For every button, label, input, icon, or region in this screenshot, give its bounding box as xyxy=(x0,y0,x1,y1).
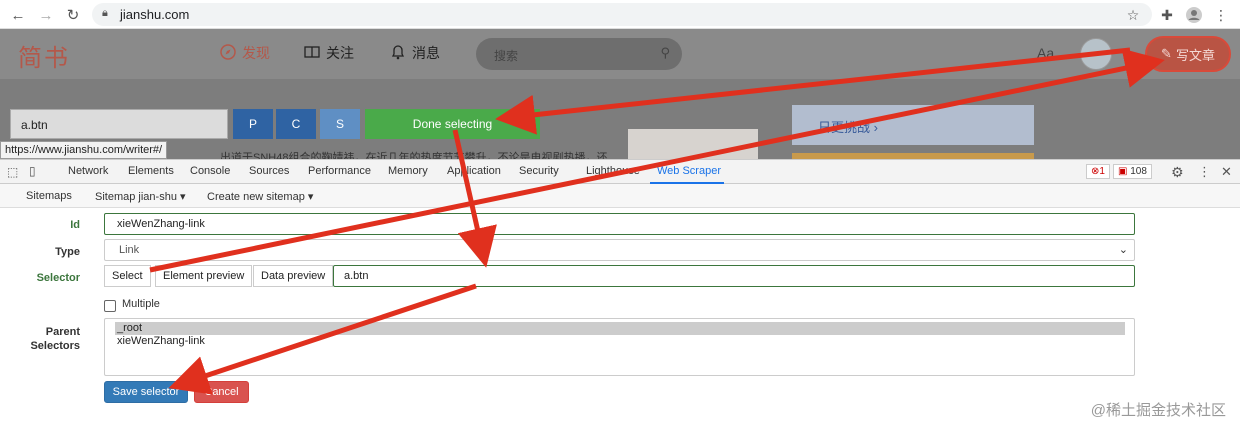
tab-console[interactable]: Console xyxy=(190,165,230,177)
chevron-down-icon: ⌄ xyxy=(1118,244,1128,256)
challenge-banner[interactable]: 日更挑战 › xyxy=(792,105,1034,145)
kebab-icon[interactable]: ⋮ xyxy=(1198,164,1211,180)
nav-messages[interactable]: 消息 xyxy=(390,43,440,63)
tab-network[interactable]: Network xyxy=(68,165,108,177)
close-icon[interactable]: ✕ xyxy=(1221,164,1232,180)
star-icon[interactable]: ☆ xyxy=(1123,5,1143,25)
tab-security[interactable]: Security xyxy=(519,165,559,177)
select-child-button[interactable]: C xyxy=(276,109,316,139)
issue-count-badge[interactable]: ▣ 108 xyxy=(1113,164,1152,179)
multiple-label: Multiple xyxy=(122,298,160,310)
back-icon[interactable]: ← xyxy=(8,5,28,25)
tab-lighthouse[interactable]: Lighthouse xyxy=(586,165,640,177)
issue-count: 108 xyxy=(1130,166,1147,177)
inspect-icon[interactable]: ⬚ xyxy=(7,165,18,179)
sitemap-dropdown[interactable]: Sitemap jian-shu ▾ xyxy=(95,190,186,203)
nav-discover-label: 发现 xyxy=(242,45,270,61)
done-selecting-button[interactable]: Done selecting xyxy=(365,109,540,139)
browser-toolbar: ← → ↻ 🔒︎ jianshu.com ☆ ✚ ⋮ xyxy=(0,0,1240,29)
kebab-icon[interactable]: ⋮ xyxy=(1211,5,1231,25)
tab-performance[interactable]: Performance xyxy=(308,165,371,177)
puzzle-icon[interactable]: ✚ xyxy=(1157,5,1177,25)
parent-selectors-label-1: Parent xyxy=(45,326,80,338)
type-label: Type xyxy=(55,246,80,258)
nav-discover[interactable]: 发现 xyxy=(220,43,270,63)
scraper-menu: Sitemaps Sitemap jian-shu ▾ Create new s… xyxy=(0,184,1240,208)
select-sibling-button[interactable]: S xyxy=(320,109,360,139)
element-preview-button[interactable]: Element preview xyxy=(155,265,253,287)
type-select-value: Link xyxy=(119,244,140,256)
type-select[interactable]: Link ⌄ xyxy=(104,239,1135,261)
tab-elements[interactable]: Elements xyxy=(128,165,174,177)
compass-icon xyxy=(220,43,236,63)
data-preview-button[interactable]: Data preview xyxy=(253,265,334,287)
parent-selectors-list[interactable]: _root xieWenZhang-link xyxy=(104,318,1135,376)
selector-preview-input[interactable]: a.btn xyxy=(10,109,228,139)
challenge-banner-text: 日更挑战 › xyxy=(818,120,878,135)
site-search-placeholder: 搜索 xyxy=(494,49,519,63)
parent-selectors-label-2: Selectors xyxy=(30,340,80,352)
devtools-tabbar: ⬚ ▯ Network Elements Console Sources Per… xyxy=(0,159,1240,184)
nav-follow[interactable]: 关注 xyxy=(304,43,354,63)
tab-application[interactable]: Application xyxy=(447,165,501,177)
gear-icon[interactable]: ⚙ xyxy=(1171,164,1184,181)
create-sitemap-dropdown[interactable]: Create new sitemap ▾ xyxy=(207,190,313,203)
parent-option-link[interactable]: xieWenZhang-link xyxy=(115,335,1125,348)
forward-icon[interactable]: → xyxy=(36,5,56,25)
pen-icon: ✎ xyxy=(1161,46,1172,61)
article-thumbnail xyxy=(628,129,758,159)
address-bar[interactable]: 🔒︎ jianshu.com xyxy=(92,3,1152,26)
site-search[interactable]: 搜索 ⚲ xyxy=(476,38,682,70)
search-icon[interactable]: ⚲ xyxy=(660,45,670,61)
id-field[interactable]: xieWenZhang-link xyxy=(104,213,1135,235)
selector-field[interactable]: a.btn xyxy=(333,265,1135,287)
id-label: Id xyxy=(70,219,80,231)
write-article-button[interactable]: ✎ 写文章 xyxy=(1145,36,1231,72)
watermark: @稀土掘金技术社区 xyxy=(1090,402,1226,419)
profile-icon[interactable] xyxy=(1184,5,1204,25)
site-logo[interactable]: 简书 xyxy=(18,38,70,73)
issue-icon: ▣ xyxy=(1118,166,1128,177)
save-selector-button[interactable]: Save selector xyxy=(104,381,188,403)
bell-icon xyxy=(390,44,406,63)
tab-sources[interactable]: Sources xyxy=(249,165,289,177)
avatar[interactable] xyxy=(1080,38,1112,70)
error-count-badge[interactable]: ⊗1 xyxy=(1086,164,1110,179)
link-url-tooltip: https://www.jianshu.com/writer#/ xyxy=(0,141,168,159)
error-count: 1 xyxy=(1099,166,1105,177)
select-parent-button[interactable]: P xyxy=(233,109,273,139)
article-snippet: 出道于SNH48组合的鞠婧祎，在近几年的热度节节攀升，不论是电视剧热播，还 xyxy=(220,152,608,159)
select-button[interactable]: Select xyxy=(104,265,151,287)
lock-icon[interactable]: 🔒︎ xyxy=(102,7,108,20)
webpage-area: 简书 发现 关注 消息 搜索 ⚲ Aa ✎ 写文章 日更挑战 › 出道于SNH4… xyxy=(0,29,1240,159)
selector-label: Selector xyxy=(36,272,80,284)
book-icon xyxy=(304,44,320,63)
multiple-checkbox[interactable] xyxy=(104,300,116,312)
site-header: 简书 发现 关注 消息 搜索 ⚲ Aa ✎ 写文章 xyxy=(0,29,1240,79)
font-toggle[interactable]: Aa xyxy=(1037,45,1054,61)
cancel-button[interactable]: Cancel xyxy=(194,381,249,403)
tab-memory[interactable]: Memory xyxy=(388,165,428,177)
device-toggle-icon[interactable]: ▯ xyxy=(29,164,36,178)
sitemaps-link[interactable]: Sitemaps xyxy=(26,190,72,202)
reload-icon[interactable]: ↻ xyxy=(63,5,83,25)
parent-option-root[interactable]: _root xyxy=(115,322,1125,335)
nav-follow-label: 关注 xyxy=(326,45,354,61)
write-article-label: 写文章 xyxy=(1175,47,1215,63)
tab-web-scraper[interactable]: Web Scraper xyxy=(657,165,721,177)
nav-messages-label: 消息 xyxy=(412,45,440,61)
url-text: jianshu.com xyxy=(120,7,190,22)
